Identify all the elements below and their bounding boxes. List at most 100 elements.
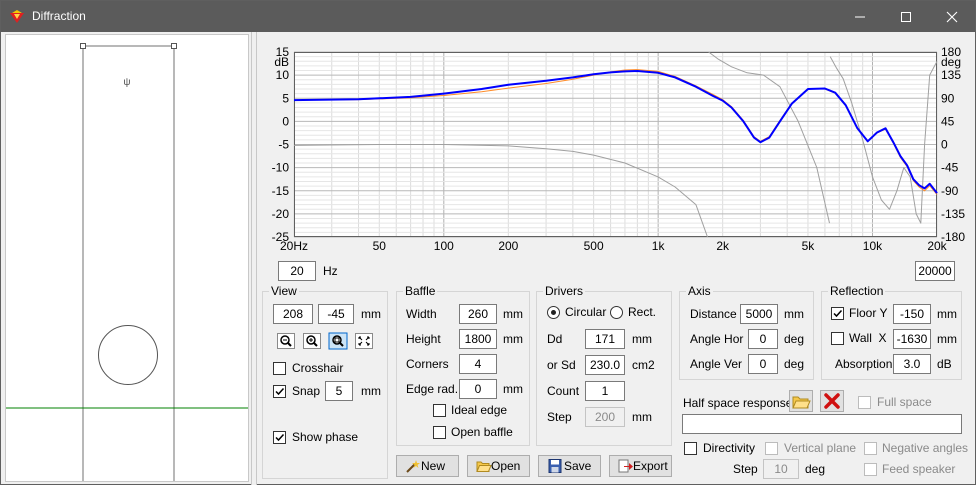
sd-input[interactable]: 230.0 — [585, 355, 625, 375]
y-tick-label-right: 135 — [941, 68, 961, 82]
splitter[interactable] — [251, 32, 257, 485]
wall-checkbox[interactable] — [831, 332, 844, 345]
radio-dot — [551, 310, 556, 315]
minimize-button[interactable] — [837, 1, 883, 32]
baffle-view[interactable]: ψ — [5, 34, 249, 483]
title-bar[interactable]: Diffraction — [1, 1, 975, 32]
reflection-group-title: Reflection — [828, 284, 886, 298]
floppy-disk-icon — [548, 459, 562, 473]
absorption-label: Absorption — [835, 357, 893, 371]
negative-angles-checkbox[interactable] — [864, 442, 877, 455]
distance-label: Distance — [690, 307, 737, 321]
baffle-drawing[interactable]: ψ — [6, 35, 248, 483]
directivity-checkbox[interactable] — [684, 442, 697, 455]
response-chart[interactable]: 20Hz 50 100 200 500 1k 2k 5k 10k 20k151050-5-10-1… — [258, 34, 975, 250]
close-button[interactable] — [929, 1, 975, 32]
crosshair-label: Crosshair — [292, 361, 344, 375]
view-x-input[interactable]: 208 — [273, 304, 313, 324]
x-tick-label: 1k — [652, 239, 666, 250]
folder-open-icon — [792, 396, 811, 409]
open-baffle-checkbox[interactable] — [433, 426, 446, 439]
driver-step-input[interactable]: 200 — [585, 407, 625, 427]
full-space-checkbox[interactable] — [858, 396, 871, 409]
wall-label: Wall X — [849, 331, 887, 345]
count-input[interactable]: 1 — [585, 381, 625, 401]
y-tick-label-right: 90 — [941, 91, 955, 105]
view-y-input[interactable]: -45 — [318, 304, 354, 324]
angle-hor-input[interactable]: 0 — [748, 329, 778, 349]
driver-circle[interactable] — [98, 325, 158, 385]
x-tick-label: 50 — [373, 239, 387, 250]
show-phase-checkbox[interactable] — [273, 431, 286, 444]
open-baffle-label: Open baffle — [451, 425, 513, 439]
ideal-edge-label: Ideal edge — [451, 403, 508, 417]
save-button[interactable]: Save — [538, 455, 601, 477]
y-tick-label-left: -10 — [272, 161, 290, 175]
snap-input[interactable]: 5 — [325, 381, 353, 401]
y-tick-label-left: 0 — [282, 114, 289, 128]
ideal-edge-checkbox[interactable] — [433, 404, 446, 417]
floor-checkbox[interactable] — [831, 307, 844, 320]
half-space-open-button[interactable] — [789, 390, 813, 412]
zoom-in-button[interactable] — [302, 332, 324, 352]
y-unit-right: deg — [941, 55, 961, 69]
directivity-label: Directivity — [703, 441, 756, 455]
close-icon — [946, 11, 958, 23]
circular-radio[interactable] — [547, 306, 560, 319]
snap-label: Snap — [292, 384, 321, 398]
directivity-step-label: Step — [733, 462, 758, 476]
snap-checkbox[interactable] — [273, 385, 286, 398]
check-icon — [275, 433, 285, 442]
magic-wand-icon — [406, 460, 420, 473]
new-button[interactable]: New — [396, 455, 459, 477]
rect-radio[interactable] — [610, 306, 623, 319]
half-space-label: Half space response — [683, 396, 793, 410]
freq-min-input[interactable]: 20 — [278, 261, 316, 281]
baffle-handle-right[interactable] — [171, 43, 177, 49]
directivity-step-input[interactable]: 10 — [763, 459, 799, 479]
check-icon — [275, 387, 285, 396]
floor-input[interactable]: -150 — [893, 304, 931, 324]
edge-label: Edge rad. — [406, 382, 459, 396]
window-title: Diffraction — [32, 9, 86, 23]
y-tick-label-left: -25 — [272, 230, 290, 244]
export-button[interactable]: Export — [609, 455, 672, 477]
minimize-icon — [855, 16, 865, 18]
wall-input[interactable]: -1630 — [893, 329, 931, 349]
absorption-input[interactable]: 3.0 — [893, 354, 931, 374]
zoom-out-button[interactable] — [276, 332, 298, 352]
freq-max-input[interactable]: 20000 — [915, 261, 955, 281]
y-tick-label-left: 5 — [282, 91, 289, 105]
fullscreen-button[interactable] — [354, 332, 376, 352]
dd-label: Dd — [547, 332, 563, 346]
dd-input[interactable]: 171 — [585, 329, 625, 349]
width-input[interactable]: 260 — [459, 304, 497, 324]
open-button[interactable]: Open — [467, 455, 530, 477]
baffle-handle-left[interactable] — [80, 43, 86, 49]
x-tick-label: 500 — [584, 239, 604, 250]
zoom-fit-button[interactable] — [328, 332, 350, 352]
corners-input[interactable]: 4 — [459, 354, 497, 374]
dd-unit: mm — [632, 332, 652, 346]
negative-angles-label: Negative angles — [882, 441, 969, 455]
export-icon — [618, 459, 633, 473]
x-tick-label: 200 — [498, 239, 518, 250]
height-unit: mm — [503, 332, 523, 346]
x-tick-label: 100 — [434, 239, 454, 250]
sd-label: or Sd — [547, 358, 576, 372]
crosshair-checkbox[interactable] — [273, 362, 286, 375]
edge-input[interactable]: 0 — [459, 379, 497, 399]
height-input[interactable]: 1800 — [459, 329, 497, 349]
angle-ver-input[interactable]: 0 — [748, 354, 778, 374]
maximize-button[interactable] — [883, 1, 929, 32]
half-space-clear-button[interactable] — [820, 390, 844, 412]
half-space-path-input[interactable] — [682, 414, 962, 434]
y-tick-label-right: 0 — [941, 138, 948, 152]
width-label: Width — [406, 307, 437, 321]
distance-input[interactable]: 5000 — [740, 304, 778, 324]
vertical-plane-checkbox[interactable] — [765, 442, 778, 455]
expand-icon — [355, 333, 373, 349]
feed-speaker-checkbox[interactable] — [864, 463, 877, 476]
y-tick-label-left: -5 — [278, 138, 289, 152]
y-tick-label-right: -90 — [941, 184, 959, 198]
